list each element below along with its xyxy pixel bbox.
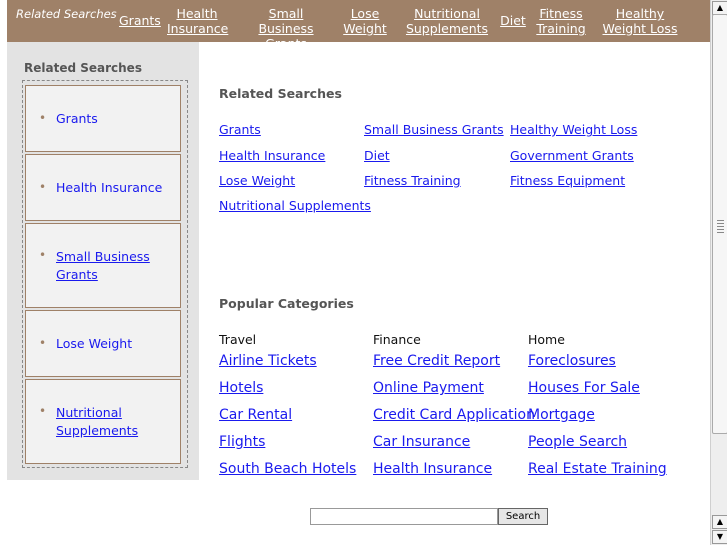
sidebar-item-lose-weight[interactable]: • Lose Weight xyxy=(25,310,181,377)
related-link[interactable]: Grants xyxy=(219,122,261,137)
scroll-down-icon[interactable]: ▼ xyxy=(712,530,727,544)
related-link[interactable]: Government Grants xyxy=(510,148,634,163)
related-link[interactable]: Fitness Training xyxy=(364,173,461,188)
category-link[interactable]: Car Rental xyxy=(219,407,292,423)
related-link[interactable]: Healthy Weight Loss xyxy=(510,122,637,137)
top-link-healthy-weight-loss[interactable]: Healthy Weight Loss xyxy=(600,6,680,36)
category-link[interactable]: Flights xyxy=(219,434,265,450)
sidebar: Related Searches • Grants • Health Insur… xyxy=(7,42,199,480)
related-link[interactable]: Diet xyxy=(364,148,390,163)
bullet-icon: • xyxy=(39,336,47,350)
sidebar-link[interactable]: Grants xyxy=(56,110,174,128)
category-link[interactable]: Real Estate Training xyxy=(528,461,667,477)
related-link[interactable]: Nutritional Supplements xyxy=(219,198,371,213)
bullet-icon: • xyxy=(39,248,47,262)
related-searches-title: Related Searches xyxy=(219,86,342,101)
category-heading-home: Home xyxy=(528,332,565,347)
related-link[interactable]: Health Insurance xyxy=(219,148,325,163)
related-link[interactable]: Lose Weight xyxy=(219,173,295,188)
scroll-up-icon[interactable]: ▲ xyxy=(712,1,727,15)
category-heading-finance: Finance xyxy=(373,332,421,347)
category-link[interactable]: Car Insurance xyxy=(373,434,470,450)
grip-icon xyxy=(717,220,724,234)
bullet-icon: • xyxy=(39,111,47,125)
category-link[interactable]: Online Payment xyxy=(373,380,484,396)
top-link-grants[interactable]: Grants xyxy=(119,13,161,28)
category-link[interactable]: Houses For Sale xyxy=(528,380,640,396)
sidebar-link[interactable]: Nutritional Supplements xyxy=(56,404,146,440)
bullet-icon: • xyxy=(39,180,47,194)
category-link[interactable]: People Search xyxy=(528,434,627,450)
sidebar-item-grants[interactable]: • Grants xyxy=(25,85,181,152)
category-link[interactable]: South Beach Hotels xyxy=(219,461,356,477)
sidebar-link[interactable]: Health Insurance xyxy=(56,179,174,197)
top-link-diet[interactable]: Diet xyxy=(499,13,527,28)
sidebar-item-small-business-grants[interactable]: • Small Business Grants xyxy=(25,223,181,308)
category-link[interactable]: Airline Tickets xyxy=(219,353,317,369)
category-heading-travel: Travel xyxy=(219,332,257,347)
scrollbar-thumb[interactable] xyxy=(712,14,727,434)
bullet-icon: • xyxy=(39,404,47,418)
category-link[interactable]: Mortgage xyxy=(528,407,595,423)
top-link-small-business-grants[interactable]: Small Business Grants xyxy=(241,6,331,51)
sidebar-link[interactable]: Lose Weight xyxy=(56,335,174,353)
scroll-up-icon[interactable]: ▲ xyxy=(712,515,727,529)
search-input[interactable] xyxy=(310,508,498,525)
category-link[interactable]: Health Insurance xyxy=(373,461,492,477)
category-link[interactable]: Free Credit Report xyxy=(373,353,500,369)
related-link[interactable]: Fitness Equipment xyxy=(510,173,625,188)
top-related-label: Related Searches xyxy=(16,7,117,21)
category-link[interactable]: Hotels xyxy=(219,380,263,396)
sidebar-title: Related Searches xyxy=(24,61,142,75)
popular-categories-title: Popular Categories xyxy=(219,296,354,311)
related-link[interactable]: Small Business Grants xyxy=(364,122,504,137)
top-related-bar: Related Searches Grants Health Insurance… xyxy=(7,0,710,51)
top-link-nutritional-supplements[interactable]: Nutritional Supplements xyxy=(405,6,489,36)
sidebar-box: • Grants • Health Insurance • Small Busi… xyxy=(22,80,188,468)
sidebar-item-health-insurance[interactable]: • Health Insurance xyxy=(25,154,181,221)
category-link[interactable]: Foreclosures xyxy=(528,353,616,369)
vertical-scrollbar[interactable]: ▲ ▲ ▼ xyxy=(710,0,727,545)
sidebar-item-nutritional-supplements[interactable]: • Nutritional Supplements xyxy=(25,379,181,464)
top-link-fitness-training[interactable]: Fitness Training xyxy=(533,6,589,36)
category-link[interactable]: Credit Card Application xyxy=(373,407,535,423)
sidebar-link[interactable]: Small Business Grants xyxy=(56,248,156,284)
top-link-health-insurance[interactable]: Health Insurance xyxy=(167,6,228,36)
search-button[interactable]: Search xyxy=(498,508,548,525)
top-link-lose-weight[interactable]: Lose Weight xyxy=(343,6,387,36)
